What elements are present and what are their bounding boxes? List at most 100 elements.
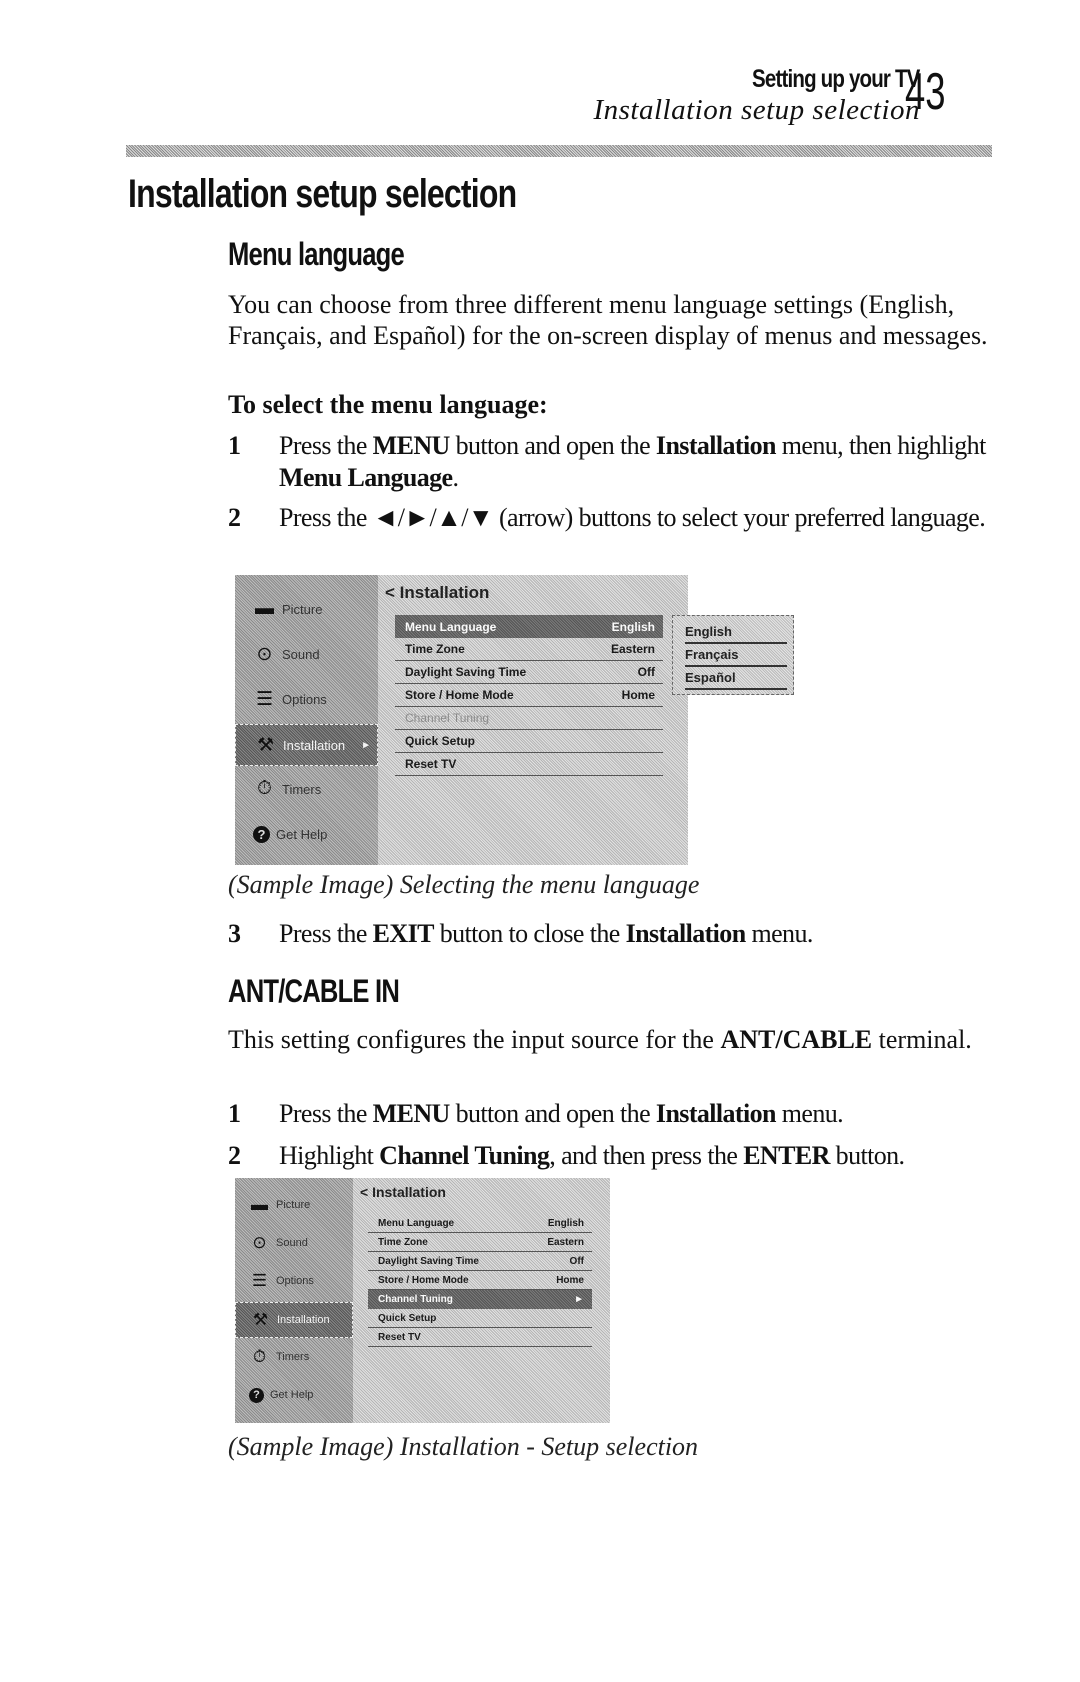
tv-menu-item-label: Channel Tuning (405, 711, 490, 725)
caption-1: (Sample Image) Selecting the menu langua… (228, 870, 700, 899)
tv-menu-item-store-home-mode[interactable]: Store / Home Mode Home (395, 684, 663, 707)
tv-sidebar-label: Picture (276, 1199, 311, 1211)
tv-sidebar-item-get-help[interactable]: ? Get Help (235, 1378, 353, 1412)
tv-menu-item-channel-tuning[interactable]: Channel Tuning ► (368, 1290, 592, 1309)
tv-menu-item-label: Reset TV (378, 1331, 421, 1343)
tv-sidebar-item-options[interactable]: ☰ Options (235, 1264, 353, 1298)
options-icon: ☰ (255, 688, 274, 710)
text-run: Press the (279, 1099, 373, 1128)
page-number: 43 (905, 63, 946, 121)
tv-menu-item-value: Eastern (610, 642, 655, 656)
options-icon: ☰ (251, 1271, 268, 1290)
text-run: menu, then highlight (775, 431, 987, 460)
emphasis-text: MENU (372, 431, 451, 460)
tv-sidebar-item-picture[interactable]: ▬ Picture (235, 1188, 353, 1222)
tv-menu-item-value: English (547, 1217, 584, 1229)
tv-icon: ▬ (251, 1195, 268, 1214)
tv-menu-screenshot-channel-tuning: ▬ Picture ⊙ Sound ☰ Options ⚒ Installation ⏱ Time… (235, 1178, 610, 1423)
timer-icon: ⏱ (257, 778, 272, 799)
tv-sidebar-item-sound[interactable]: ⊙ Sound (235, 634, 378, 674)
speaker-icon: ⊙ (252, 1233, 267, 1252)
tv-menu-item-label: Channel Tuning (378, 1294, 453, 1305)
tv-menu-item-label: Store / Home Mode (378, 1274, 469, 1286)
tv-sidebar-item-get-help[interactable]: ? Get Help (235, 814, 378, 854)
tv-menu-item-channel-tuning[interactable]: Channel Tuning (395, 707, 663, 730)
step-1: 1 Press the MENU button and open the Inst… (228, 1099, 844, 1128)
tv-menu-screenshot-language: ▬ Picture ⊙ Sound ☰ Options ⚒ Installation ► ⏱ Tim… (235, 575, 688, 865)
emphasis-text: EXIT (372, 919, 435, 948)
tv-sidebar-item-installation[interactable]: ⚒ Installation ► (235, 724, 378, 766)
tv-sidebar-label: Sound (282, 646, 320, 662)
ant-cable-intro: This setting configures the input source… (228, 1024, 988, 1055)
tv-menu-item-label: Quick Setup (378, 1312, 437, 1324)
text-run: . (452, 463, 459, 492)
tv-menu-title: < Installation (385, 583, 490, 602)
step-3: 3 Press the EXIT button to close the Inst… (228, 919, 813, 948)
emphasis-text: Installation (655, 431, 777, 460)
text-run: button and open the (449, 431, 656, 460)
help-icon: ? (249, 1387, 264, 1403)
text-run: Highlight (279, 1141, 380, 1170)
tv-menu-item-time-zone[interactable]: Time Zone Eastern (395, 638, 663, 661)
tv-sidebar-item-timers[interactable]: ⏱ Timers (235, 769, 378, 809)
tv-sidebar-label: Get Help (270, 1389, 314, 1401)
text-run: button to close the (433, 919, 626, 948)
tv-menu-item-store-home-mode[interactable]: Store / Home Mode Home (368, 1271, 592, 1290)
emphasis-text: Channel Tuning (379, 1141, 550, 1170)
tv-menu-item-quick-setup[interactable]: Quick Setup (368, 1309, 592, 1328)
tv-menu-item-label: Time Zone (378, 1236, 428, 1248)
tv-menu-item-reset-tv[interactable]: Reset TV (395, 753, 663, 776)
tv-menu-item-menu-language[interactable]: Menu Language English (368, 1214, 592, 1233)
text-run: menu. (775, 1099, 844, 1128)
emphasis-text: ANT/CABLE (720, 1025, 873, 1054)
menu-language-heading: Menu language (228, 236, 405, 272)
tv-menu-item-label: Time Zone (405, 642, 465, 656)
ant-cable-heading: ANT/CABLE IN (228, 973, 400, 1009)
emphasis-text: ENTER (743, 1141, 830, 1170)
help-icon: ? (253, 825, 270, 843)
tv-menu-item-daylight-saving-time[interactable]: Daylight Saving Time Off (368, 1252, 592, 1271)
tv-sidebar-item-sound[interactable]: ⊙ Sound (235, 1226, 353, 1260)
tv-menu-item-reset-tv[interactable]: Reset TV (368, 1328, 592, 1347)
tv-sidebar-label: Sound (276, 1237, 308, 1249)
tv-menu-item-time-zone[interactable]: Time Zone Eastern (368, 1233, 592, 1252)
step-1: 1 Press the MENU button and open the Inst… (228, 431, 987, 492)
emphasis-text: Installation (625, 919, 747, 948)
language-option-2[interactable]: Français (685, 645, 787, 667)
tv-menu-item-value: ► (574, 1294, 584, 1305)
timer-icon: ⏱ (252, 1347, 267, 1366)
caption-2: (Sample Image) Installation - Setup sele… (228, 1432, 699, 1461)
tv-menu-title: < Installation (360, 1184, 446, 1200)
step-2: 2 Highlight Channel Tuning, and then pres… (228, 1141, 905, 1170)
running-header: Setting up your TV Installation setup se… (593, 64, 920, 126)
tv-menu-item-value: Off (637, 665, 655, 679)
step-2: 2 Press the ◄/►/▲/▼ (arrow) buttons to se… (228, 503, 986, 532)
tv-sidebar-item-installation[interactable]: ⚒ Installation (235, 1302, 353, 1338)
tools-icon: ⚒ (252, 1310, 269, 1329)
text-run: button. (829, 1141, 905, 1170)
tv-sidebar-item-timers[interactable]: ⏱ Timers (235, 1340, 353, 1374)
tools-icon: ⚒ (256, 734, 275, 756)
tv-menu-item-quick-setup[interactable]: Quick Setup (395, 730, 663, 753)
language-option-3[interactable]: Español (685, 668, 787, 690)
emphasis-text: Menu Language (279, 463, 453, 492)
tv-menu-item-label: Daylight Saving Time (405, 665, 527, 679)
text-run: Press the (279, 431, 373, 460)
chapter-title: Setting up your TV (752, 65, 921, 93)
text-run: button and open the (449, 1099, 656, 1128)
tv-menu-item-value: Eastern (547, 1236, 584, 1248)
emphasis-text: Installation (655, 1099, 777, 1128)
tv-menu-item-menu-language[interactable]: Menu Language English (395, 615, 663, 638)
text-run: , and then press the (549, 1141, 744, 1170)
tv-sidebar-label: Installation (277, 1314, 330, 1326)
tv-sidebar-label: Options (276, 1275, 314, 1287)
tv-sidebar-item-picture[interactable]: ▬ Picture (235, 589, 378, 629)
speaker-icon: ⊙ (256, 643, 273, 665)
menu-language-intro: You can choose from three different menu… (228, 290, 988, 350)
tv-sidebar: ▬ Picture ⊙ Sound ☰ Options ⚒ Installation ► ⏱ Tim… (235, 575, 378, 865)
language-options-popup: English Français Español (672, 615, 794, 695)
tv-menu-item-daylight-saving-time[interactable]: Daylight Saving Time Off (395, 661, 663, 684)
tv-sidebar-item-options[interactable]: ☰ Options (235, 679, 378, 719)
language-option-1[interactable]: English (685, 622, 787, 644)
tv-sidebar-label: Installation (283, 737, 346, 753)
